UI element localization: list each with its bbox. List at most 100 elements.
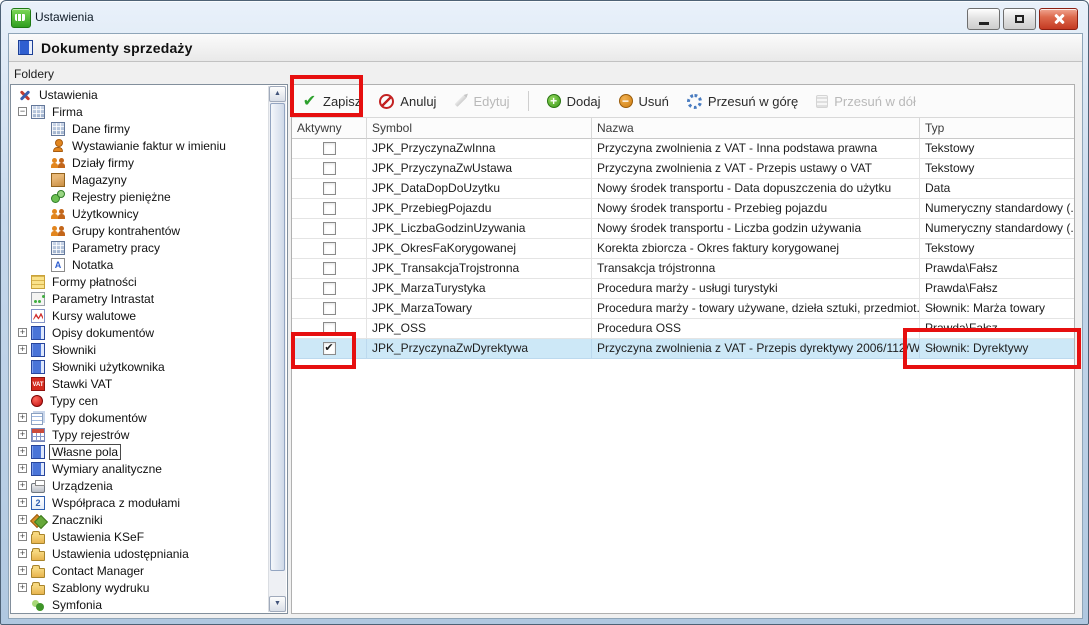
active-checkbox[interactable]: [323, 202, 336, 215]
symbol-cell: JPK_PrzebiegPojazdu: [367, 199, 592, 219]
column-header-symbol[interactable]: Symbol: [367, 118, 592, 139]
active-checkbox[interactable]: [323, 182, 336, 195]
table-row-jpk-transakcjatrojstronna[interactable]: JPK_TransakcjaTrojstronnaTransakcja trój…: [292, 259, 1074, 279]
sidebar-item-magazyny[interactable]: Magazyny: [12, 171, 269, 188]
sidebar-item-symfonia[interactable]: Symfonia: [12, 596, 269, 612]
sidebar-item-ustawienia-ksef[interactable]: +Ustawienia KSeF: [12, 528, 269, 545]
dodaj-button[interactable]: +Dodaj: [547, 94, 601, 109]
expand-icon[interactable]: +: [18, 430, 27, 439]
expand-icon[interactable]: +: [18, 481, 27, 490]
sidebar-item-ustawienia[interactable]: Ustawienia: [12, 86, 269, 103]
table-row-jpk-marzaturystyka[interactable]: JPK_MarzaTurystykaProcedura marży - usłu…: [292, 279, 1074, 299]
sidebar-item-wspolpraca-z-modulami[interactable]: +Współpraca z modułami: [12, 494, 269, 511]
sidebar-item-dzialy-firmy[interactable]: Działy firmy: [12, 154, 269, 171]
expand-icon[interactable]: +: [18, 583, 27, 592]
sidebar-item-dane-firmy[interactable]: Dane firmy: [12, 120, 269, 137]
person-icon: [51, 139, 65, 153]
sidebar-item-label: Ustawienia udostępniania: [49, 547, 192, 561]
expand-icon[interactable]: +: [18, 498, 27, 507]
note-icon: [31, 275, 45, 289]
table-row-jpk-przebiegpojazdu[interactable]: JPK_PrzebiegPojazduNowy środek transport…: [292, 199, 1074, 219]
active-checkbox[interactable]: [323, 162, 336, 175]
tree-indent: [18, 311, 27, 320]
close-button[interactable]: [1039, 8, 1078, 30]
table-row-jpk-marzatowary[interactable]: JPK_MarzaTowaryProcedura marży - towary …: [292, 299, 1074, 319]
expand-icon[interactable]: +: [18, 413, 27, 422]
sidebar-item-parametry-pracy[interactable]: Parametry pracy: [12, 239, 269, 256]
sidebar-item-wymiary-analityczne[interactable]: +Wymiary analityczne: [12, 460, 269, 477]
table-row-jpk-przyczynazwdyrektywa[interactable]: ✔JPK_PrzyczynaZwDyrektywaPrzyczyna zwoln…: [292, 339, 1074, 359]
przesun-w-gore-button[interactable]: Przesuń w górę: [687, 94, 798, 109]
expand-icon[interactable]: +: [18, 549, 27, 558]
sidebar-item-znaczniki[interactable]: +Znaczniki: [12, 511, 269, 528]
active-checkbox[interactable]: [323, 322, 336, 335]
scroll-down-button[interactable]: ▼: [269, 596, 286, 612]
active-checkbox[interactable]: [323, 302, 336, 315]
sidebar-item-slowniki-uzytkownika[interactable]: Słowniki użytkownika: [12, 358, 269, 375]
table-row-jpk-liczbagodzinuzywania[interactable]: JPK_LiczbaGodzinUzywaniaNowy środek tran…: [292, 219, 1074, 239]
usun-button[interactable]: −Usuń: [619, 94, 669, 109]
expand-icon[interactable]: +: [18, 566, 27, 575]
active-checkbox[interactable]: [323, 282, 336, 295]
scroll-up-button[interactable]: ▲: [269, 86, 286, 102]
column-header-nazwa[interactable]: Nazwa: [592, 118, 920, 139]
expand-icon[interactable]: +: [18, 328, 27, 337]
table-row-jpk-przyczynazwinna[interactable]: JPK_PrzyczynaZwInnaPrzyczyna zwolnienia …: [292, 139, 1074, 159]
sidebar-item-typy-dokumentow[interactable]: +Typy dokumentów: [12, 409, 269, 426]
sidebar-item-firma[interactable]: −Firma: [12, 103, 269, 120]
window-content: Dokumenty sprzedaży Foldery Ustawienia−F…: [8, 33, 1083, 619]
group-icon: [51, 224, 65, 238]
expand-icon[interactable]: +: [18, 464, 27, 473]
expand-icon[interactable]: +: [18, 345, 27, 354]
sidebar-item-slowniki[interactable]: + Słowniki: [12, 341, 269, 358]
anuluj-button[interactable]: Anuluj: [379, 94, 436, 109]
sidebar-item-wystawianie-faktur-w-imieniu[interactable]: Wystawianie faktur w imieniu: [12, 137, 269, 154]
nazwa-cell: Nowy środek transportu - Liczba godzin u…: [592, 219, 920, 239]
collapse-icon[interactable]: −: [18, 107, 27, 116]
sidebar-item-grupy-kontrahentow[interactable]: Grupy kontrahentów: [12, 222, 269, 239]
expand-icon[interactable]: +: [18, 447, 27, 456]
table-row-jpk-okresfakorygowanej[interactable]: JPK_OkresFaKorygowanejKorekta zbiorcza -…: [292, 239, 1074, 259]
typ-cell: Słownik: Dyrektywy: [920, 339, 1074, 359]
column-header-aktywny[interactable]: Aktywny: [292, 118, 367, 139]
expand-icon[interactable]: +: [18, 515, 27, 524]
sidebar-item-notatka[interactable]: Notatka: [12, 256, 269, 273]
expand-icon[interactable]: +: [18, 532, 27, 541]
sidebar-item-label: Działy firmy: [69, 156, 137, 170]
sidebar-item-typy-rejestrow[interactable]: +Typy rejestrów: [12, 426, 269, 443]
tree-indent: [18, 277, 27, 286]
maximize-button[interactable]: [1003, 8, 1036, 30]
scrollbar-thumb[interactable]: [270, 103, 285, 571]
column-header-typ[interactable]: Typ: [920, 118, 1074, 139]
sidebar-item-opisy-dokumentow[interactable]: +Opisy dokumentów: [12, 324, 269, 341]
tree-scrollbar[interactable]: ▲ ▼: [268, 86, 286, 612]
sidebar-item-rejestry-pieniezne[interactable]: Rejestry pieniężne: [12, 188, 269, 205]
sidebar-item-formy-platnosci[interactable]: Formy płatności: [12, 273, 269, 290]
sidebar-item-szablony-wydruku[interactable]: +Szablony wydruku: [12, 579, 269, 596]
sidebar-item-urzadzenia[interactable]: +Urządzenia: [12, 477, 269, 494]
table-row-jpk-datadopdouzytku[interactable]: JPK_DataDopDoUzytkuNowy środek transport…: [292, 179, 1074, 199]
active-checkbox[interactable]: ✔: [323, 342, 336, 355]
sidebar-item-uzytkownicy[interactable]: Użytkownicy: [12, 205, 269, 222]
zapisz-button[interactable]: ✔Zapisz: [302, 94, 361, 109]
modules-icon: [31, 496, 45, 510]
table-row-jpk-oss[interactable]: JPK_OSSProcedura OSSPrawda\Fałsz: [292, 319, 1074, 339]
sidebar-item-contact-manager[interactable]: +Contact Manager: [12, 562, 269, 579]
active-checkbox[interactable]: [323, 262, 336, 275]
table-row-jpk-przyczynazwustawa[interactable]: JPK_PrzyczynaZwUstawaPrzyczyna zwolnieni…: [292, 159, 1074, 179]
sidebar-item-ustawienia-udostepniania[interactable]: + Ustawienia udostępniania: [12, 545, 269, 562]
minimize-button[interactable]: [967, 8, 1000, 30]
sidebar-item-label: Ustawienia: [36, 88, 101, 102]
sidebar-item-typy-cen[interactable]: Typy cen: [12, 392, 269, 409]
sidebar-item-stawki-vat[interactable]: Stawki VAT: [12, 375, 269, 392]
vat-icon: [31, 377, 45, 391]
sidebar-item-kursy-walutowe[interactable]: Kursy walutowe: [12, 307, 269, 324]
sidebar-item-label: Słowniki: [49, 343, 99, 357]
sidebar-item-wlasne-pola[interactable]: +Własne pola: [12, 443, 269, 460]
active-checkbox[interactable]: [323, 242, 336, 255]
folders-label: Foldery: [14, 67, 54, 81]
active-checkbox[interactable]: [323, 222, 336, 235]
sidebar-item-parametry-intrastat[interactable]: Parametry Intrastat: [12, 290, 269, 307]
sidebar-item-label: Stawki VAT: [49, 377, 115, 391]
active-checkbox[interactable]: [323, 142, 336, 155]
